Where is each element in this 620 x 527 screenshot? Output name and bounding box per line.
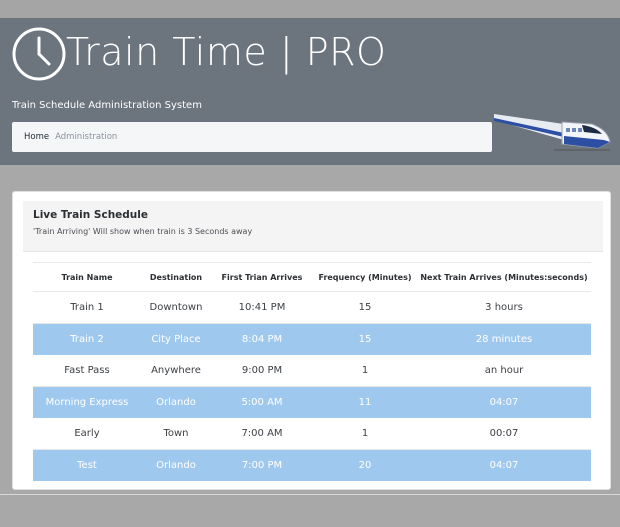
schedule-panel-header: Live Train Schedule 'Train Arriving' Wil… — [23, 201, 603, 251]
cell-next: an hour — [417, 355, 591, 387]
table-row: Morning Express Orlando 5:00 AM 11 04:07 — [33, 386, 591, 418]
app-title: Train Time | PRO — [66, 30, 387, 74]
panel-divider — [23, 251, 603, 252]
cell-frequency: 11 — [313, 386, 417, 418]
cell-destination: Orlando — [141, 449, 211, 481]
col-train-name: Train Name — [33, 262, 141, 292]
cell-next: 04:07 — [417, 386, 591, 418]
cell-first: 10:41 PM — [211, 291, 313, 324]
cell-destination: Orlando — [141, 386, 211, 418]
cell-name: Morning Express — [33, 386, 141, 418]
cell-name: Train 1 — [33, 291, 141, 324]
cell-destination: Downtown — [141, 291, 211, 324]
cell-first: 9:00 PM — [211, 355, 313, 387]
cell-frequency: 15 — [313, 323, 417, 355]
cell-name: Early — [33, 418, 141, 450]
col-next-arrives: Next Train Arrives (Minutes:seconds) — [417, 262, 591, 292]
breadcrumb-home-link[interactable]: Home — [24, 132, 49, 142]
bullet-train-icon — [494, 114, 611, 151]
table-row: Test Orlando 7:00 PM 20 04:07 — [33, 449, 591, 481]
app-subtitle: Train Schedule Administration System — [12, 100, 202, 111]
cell-name: Test — [33, 449, 141, 481]
clock-icon — [12, 27, 66, 81]
cell-next: 28 minutes — [417, 323, 591, 355]
cell-destination: Anywhere — [141, 355, 211, 387]
table-header-row: Train Name Destination First Trian Arriv… — [33, 262, 591, 292]
cell-frequency: 1 — [313, 418, 417, 450]
breadcrumb-admin: Administration — [55, 132, 118, 142]
header: Train Time | PRO Train Schedule Administ… — [0, 18, 620, 165]
col-first-arrives: First Trian Arrives — [211, 262, 313, 292]
cell-frequency: 15 — [313, 291, 417, 324]
table-row: Fast Pass Anywhere 9:00 PM 1 an hour — [33, 355, 591, 387]
table-row: Train 2 City Place 8:04 PM 15 28 minutes — [33, 323, 591, 355]
cell-name: Fast Pass — [33, 355, 141, 387]
col-frequency: Frequency (Minutes) — [313, 262, 417, 292]
cell-first: 5:00 AM — [211, 386, 313, 418]
cell-first: 7:00 AM — [211, 418, 313, 450]
cell-next: 00:07 — [417, 418, 591, 450]
cell-next: 04:07 — [417, 449, 591, 481]
cell-destination: Town — [141, 418, 211, 450]
cell-destination: City Place — [141, 323, 211, 355]
cell-first: 8:04 PM — [211, 323, 313, 355]
schedule-title: Live Train Schedule — [33, 209, 149, 221]
table-row: Early Town 7:00 AM 1 00:07 — [33, 418, 591, 450]
top-strip — [0, 0, 620, 18]
cell-name: Train 2 — [33, 323, 141, 355]
schedule-note: 'Train Arriving' Will show when train is… — [33, 227, 253, 236]
table-row: Train 1 Downtown 10:41 PM 15 3 hours — [33, 291, 591, 324]
cell-frequency: 1 — [313, 355, 417, 387]
schedule-table: Train Name Destination First Trian Arriv… — [33, 262, 591, 481]
col-destination: Destination — [141, 262, 211, 292]
cell-frequency: 20 — [313, 449, 417, 481]
breadcrumb: Home Administration — [12, 122, 492, 152]
cell-next: 3 hours — [417, 291, 591, 324]
cell-first: 7:00 PM — [211, 449, 313, 481]
schedule-panel: Live Train Schedule 'Train Arriving' Wil… — [12, 191, 611, 490]
footer-divider — [0, 494, 620, 495]
